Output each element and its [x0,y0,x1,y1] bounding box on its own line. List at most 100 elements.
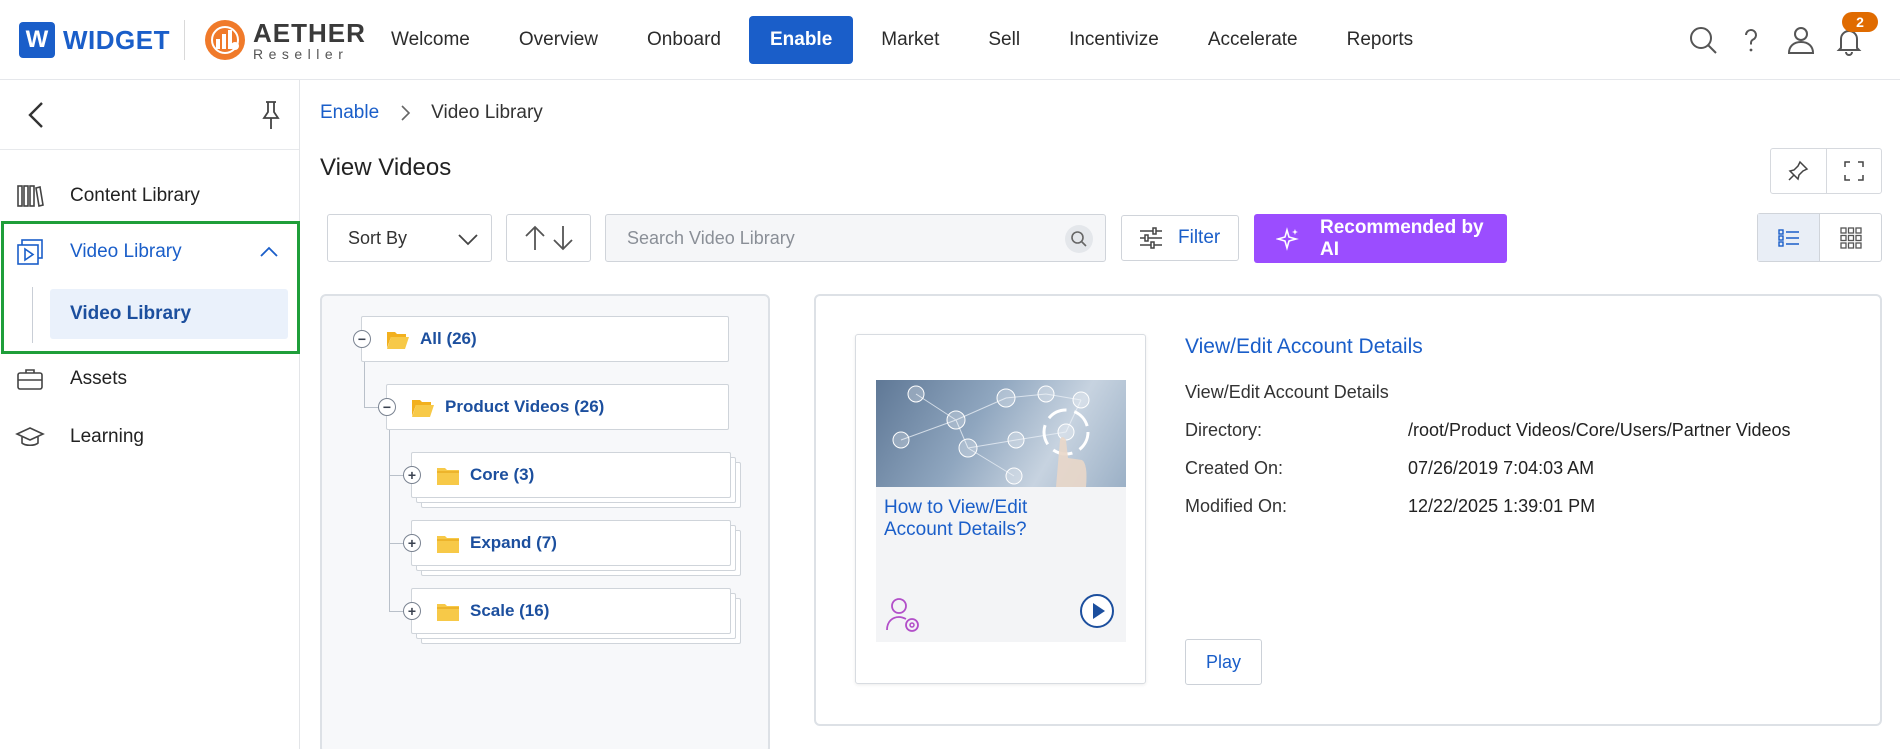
video-thumbnail[interactable] [876,380,1126,487]
play-button[interactable]: Play [1185,639,1262,685]
chevron-up-icon[interactable] [258,242,280,262]
directory-value: /root/Product Videos/Core/Users/Partner … [1408,420,1791,440]
chevron-right-icon [401,105,411,121]
tree-node-all[interactable]: All (26) [361,316,729,362]
nav-onboard[interactable]: Onboard [626,16,742,64]
video-card-title[interactable]: How to View/Edit Account Details? [884,497,1084,541]
submenu-guide-line [32,287,33,343]
network-people-illustration [892,385,1090,487]
tree-node-label: Expand (7) [470,533,557,552]
video-title-link[interactable]: View/Edit Account Details [1185,335,1423,359]
fullscreen-button[interactable] [1825,149,1882,193]
aether-logo-icon [205,20,245,60]
sidebar-item-learning[interactable]: Learning [0,413,300,461]
folder-open-icon [387,332,409,349]
folder-icon [437,468,459,485]
search-button[interactable] [1065,225,1093,253]
sidebar: Content Library Video Library Video Libr… [0,80,300,749]
created-on-label: Created On: [1185,458,1284,478]
aether-logo[interactable]: AETHER Reseller [204,19,366,61]
sidebar-item-content-library[interactable]: Content Library [0,172,300,220]
back-icon[interactable] [22,98,50,132]
arrow-down-icon [552,226,573,251]
logo-divider [184,20,185,60]
sort-direction-button[interactable] [506,214,591,262]
search-box [605,214,1106,262]
collapse-icon[interactable]: − [353,330,371,348]
collapse-icon[interactable]: − [378,398,396,416]
pin-page-button[interactable] [1771,149,1826,193]
page-title: View Videos [320,154,452,181]
sidebar-item-label: Assets [70,368,128,389]
breadcrumb-current: Video Library [431,102,543,123]
filter-label: Filter [1178,227,1221,248]
tree-connector [389,420,390,612]
tree-node-scale[interactable]: Scale (16) [411,588,731,634]
nav-reports[interactable]: Reports [1326,16,1435,64]
search-icon[interactable] [1687,24,1719,56]
video-description: View/Edit Account Details [1185,382,1389,402]
nav-overview[interactable]: Overview [498,16,619,64]
widget-logo-text: WIDGET [63,24,170,55]
user-icon[interactable] [1785,24,1817,56]
sidebar-item-label: Video Library [70,241,182,262]
nav-welcome[interactable]: Welcome [370,16,491,64]
aether-subtitle: Reseller [253,45,349,62]
grid-view-button[interactable] [1819,214,1881,261]
expand-icon[interactable]: + [403,466,421,484]
arrow-up-icon [524,225,545,250]
sort-by-label: Sort By [348,227,408,248]
list-view-button[interactable] [1758,214,1819,261]
tree-node-label: Product Videos (26) [445,397,605,416]
tree-node-label: All (26) [420,329,477,348]
books-icon [17,185,44,207]
help-icon[interactable] [1735,24,1767,56]
nav-incentivize[interactable]: Incentivize [1048,16,1180,64]
expand-icon[interactable]: + [403,602,421,620]
folder-open-icon [412,400,434,417]
expand-icon[interactable]: + [403,534,421,552]
sidebar-item-assets[interactable]: Assets [0,355,300,403]
sidebar-item-video-library[interactable]: Video Library [0,228,300,276]
search-input[interactable] [607,216,1047,260]
tree-node-label: Scale (16) [470,601,550,620]
pin-icon [1788,160,1809,181]
folder-icon [437,604,459,621]
graduation-cap-icon [15,427,45,447]
recommended-by-ai-button[interactable]: Recommended by AI [1254,214,1507,263]
widget-logo[interactable]: W WIDGET [19,21,170,59]
main-nav: Welcome Overview Onboard Enable Market S… [370,16,1441,64]
search-icon [1071,231,1087,247]
page-actions [1770,148,1882,194]
modified-on-label: Modified On: [1185,496,1288,516]
top-bar: W WIDGET AETHER Reseller Welcome Overvie… [0,0,1900,80]
sidebar-item-label: Learning [70,426,144,447]
sidebar-subitem-video-library[interactable]: Video Library [50,289,288,339]
created-on-value: 07/26/2019 7:04:03 AM [1408,458,1595,478]
folder-icon [437,536,459,553]
tree-node-core[interactable]: Core (3) [411,452,731,498]
play-circle-icon[interactable] [1079,593,1115,629]
sort-by-dropdown[interactable]: Sort By [327,214,492,262]
pin-icon[interactable] [258,98,284,132]
filter-button[interactable]: Filter [1121,215,1239,261]
chevron-down-icon [458,234,478,246]
grid-view-icon [1839,226,1862,249]
nav-sell[interactable]: Sell [967,16,1041,64]
video-card[interactable]: How to View/Edit Account Details? [855,334,1146,684]
tree-node-product-videos[interactable]: Product Videos (26) [386,384,729,430]
nav-market[interactable]: Market [860,16,960,64]
nav-accelerate[interactable]: Accelerate [1187,16,1319,64]
list-view-icon [1777,228,1799,247]
directory-label: Directory: [1185,420,1263,440]
breadcrumb-enable[interactable]: Enable [320,102,379,124]
notification-badge: 2 [1842,12,1878,32]
sparkle-icon [1276,226,1299,251]
aether-name: AETHER [253,17,366,48]
fullscreen-icon [1844,161,1864,181]
nav-enable[interactable]: Enable [748,16,854,64]
briefcase-icon [17,369,43,390]
tree-node-expand[interactable]: Expand (7) [411,520,731,566]
sidebar-header [0,80,299,150]
recommended-by-ai-label: Recommended by AI [1319,216,1484,260]
